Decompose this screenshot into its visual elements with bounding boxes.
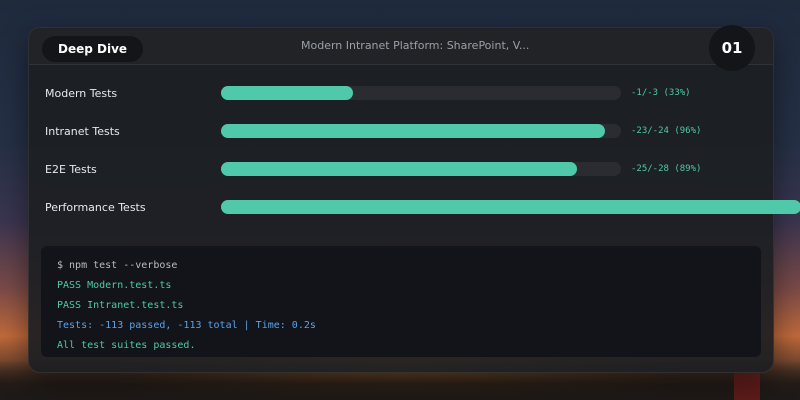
progress-fill [221,124,605,138]
progress-label: E2E Tests [45,163,97,176]
deep-dive-tag[interactable]: Deep Dive [42,36,144,62]
progress-label: Performance Tests [45,201,146,214]
terminal-line-pass-intranet: PASS Intranet.test.ts [57,300,184,311]
progress-track [221,200,800,214]
card-header: Deep Dive Modern Intranet Platform: Shar… [29,28,773,65]
terminal-line-summary: All test suites passed. [57,340,196,351]
test-progress-list: Modern Tests -1/-3 (33%) Intranet Tests … [29,64,800,244]
progress-row-modern-tests: Modern Tests -1/-3 (33%) [29,86,800,106]
progress-label: Intranet Tests [45,125,120,138]
progress-fill [221,162,577,176]
terminal-line-pass-modern: PASS Modern.test.ts [57,280,172,291]
progress-fill [221,200,800,214]
progress-row-e2e-tests: E2E Tests -25/-28 (89%) [29,162,800,182]
terminal-line-stats: Tests: -113 passed, -113 total | Time: 0… [57,320,316,331]
progress-value: -25/-28 (89%) [631,164,702,174]
progress-track [221,86,621,100]
progress-row-intranet-tests: Intranet Tests -23/-24 (96%) [29,124,800,144]
terminal-output: $ npm test --verbose PASS Modern.test.ts… [41,246,761,357]
terminal-line-command: $ npm test --verbose [57,260,178,271]
progress-track [221,162,621,176]
card-title: Modern Intranet Platform: SharePoint, V.… [301,39,530,52]
progress-value: -1/-3 (33%) [631,88,691,98]
progress-track [221,124,621,138]
progress-row-performance-tests: Performance Tests [29,200,800,220]
progress-label: Modern Tests [45,87,118,100]
progress-fill [221,86,353,100]
test-report-card: Deep Dive Modern Intranet Platform: Shar… [28,25,800,373]
progress-value: -23/-24 (96%) [631,126,702,136]
step-number-badge: 01 [709,25,755,71]
